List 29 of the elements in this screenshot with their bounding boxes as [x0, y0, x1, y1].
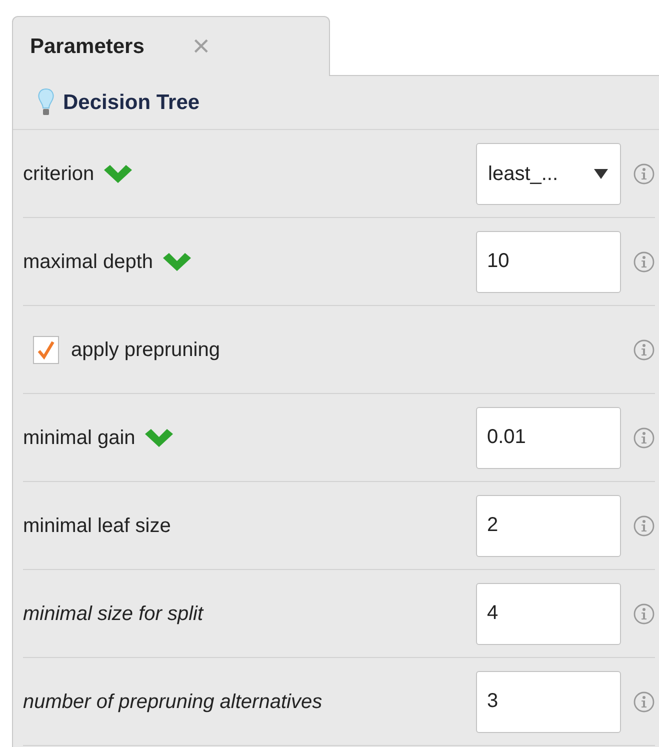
parameter-label: minimal leaf size: [23, 514, 171, 538]
checkbox[interactable]: [33, 336, 59, 364]
chevron-icon: [161, 252, 194, 272]
info-icon[interactable]: [633, 602, 655, 624]
parameter-label: number of prepruning alternatives: [23, 690, 322, 714]
value-field[interactable]: 10: [476, 230, 621, 292]
dropdown-arrow-icon: [594, 168, 608, 178]
value-field[interactable]: 0.01: [476, 406, 621, 468]
parameter-label: apply prepruning: [71, 338, 220, 362]
operator-name: Decision Tree: [63, 90, 200, 116]
info-icon[interactable]: [633, 426, 655, 448]
parameters-tab[interactable]: Parameters ×: [12, 16, 330, 76]
info-icon[interactable]: [633, 162, 655, 184]
value-field[interactable]: 2: [476, 494, 621, 556]
criterion-dropdown[interactable]: least_...: [476, 142, 621, 204]
value-field[interactable]: 3: [476, 670, 621, 732]
info-icon[interactable]: [633, 250, 655, 272]
light-bulb-icon: [37, 88, 55, 118]
info-icon[interactable]: [633, 338, 655, 360]
parameter-label: minimal gain: [23, 426, 136, 450]
info-icon[interactable]: [633, 690, 655, 712]
value-field[interactable]: 4: [476, 582, 621, 644]
chevron-icon: [143, 428, 176, 448]
chevron-icon: [102, 164, 134, 184]
tab-title: Parameters: [30, 34, 144, 60]
parameter-label: criterion: [23, 162, 94, 186]
parameter-label: maximal depth: [23, 250, 154, 274]
parameter-label: minimal size for split: [23, 602, 204, 626]
info-icon[interactable]: [633, 514, 655, 536]
